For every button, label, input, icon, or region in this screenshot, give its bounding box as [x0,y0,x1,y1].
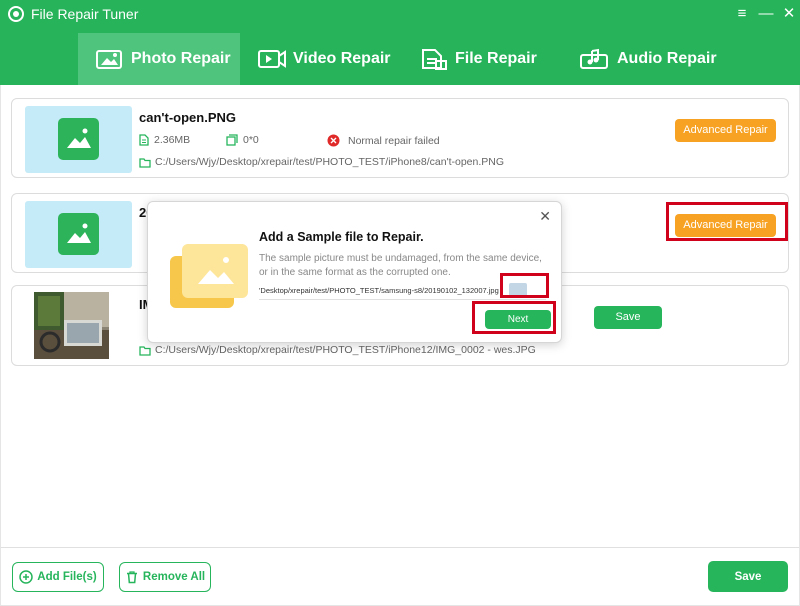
photo-thumbnail [34,292,109,359]
app-header: File Repair Tuner ≡ — ✕ Photo Repair Vid… [0,0,800,85]
tab-label: Photo Repair [131,50,231,67]
dialog-close-icon[interactable]: ✕ [539,208,551,225]
image-icon [67,128,91,148]
file-size-icon [139,134,149,146]
advanced-repair-button[interactable]: Advanced Repair [675,119,776,142]
save-all-button[interactable]: Save [708,561,788,592]
resolution-icon [226,134,238,146]
photo-icon [96,50,122,69]
tab-label: Audio Repair [617,50,717,67]
file-thumbnail [25,201,132,268]
highlight-advanced-repair [666,202,788,241]
menu-icon[interactable]: ≡ [731,4,753,24]
highlight-next [472,301,556,334]
tab-file-repair[interactable]: File Repair [420,33,560,85]
add-circle-icon [19,570,34,584]
file-path: C:/Users/Wjy/Desktop/xrepair/test/PHOTO_… [139,156,504,168]
audio-icon [580,48,608,69]
tab-label: Video Repair [293,50,391,67]
close-icon[interactable]: ✕ [778,4,800,24]
dialog-title: Add a Sample file to Repair. [259,230,424,244]
tab-photo-repair[interactable]: Photo Repair [78,33,240,85]
tab-audio-repair[interactable]: Audio Repair [580,33,730,85]
folder-icon [139,157,151,168]
repair-status: Normal repair failed [327,134,440,147]
sample-image-icon [170,244,248,308]
file-size: 2.36MB [139,134,190,146]
footer-bar: Add File(s) Remove All Save [0,547,800,606]
tab-video-repair[interactable]: Video Repair [258,33,408,85]
remove-all-button[interactable]: Remove All [119,562,211,592]
video-icon [258,50,286,68]
main-tabs: Photo Repair Video Repair File Repair Au… [0,33,800,85]
add-files-button[interactable]: Add File(s) [12,562,104,592]
image-icon [67,223,91,243]
tab-label: File Repair [455,50,537,67]
photo-preview-image [34,292,109,359]
file-icon [422,49,447,70]
file-resolution: 0*0 [226,134,259,146]
app-title: File Repair Tuner [31,6,139,22]
file-card: can't-open.PNG 2.36MB 0*0 Normal repair … [11,98,789,178]
app-logo-icon [8,6,24,22]
file-thumbnail [25,106,132,173]
save-button[interactable]: Save [594,306,662,329]
file-name: can't-open.PNG [139,110,236,125]
app-title-bar: File Repair Tuner [8,6,138,22]
error-icon [327,134,340,147]
folder-icon [139,345,151,356]
file-path: C:/Users/Wjy/Desktop/xrepair/test/PHOTO_… [139,344,536,356]
minimize-icon[interactable]: — [755,4,777,24]
highlight-browse [500,273,549,298]
trash-icon [126,571,137,584]
